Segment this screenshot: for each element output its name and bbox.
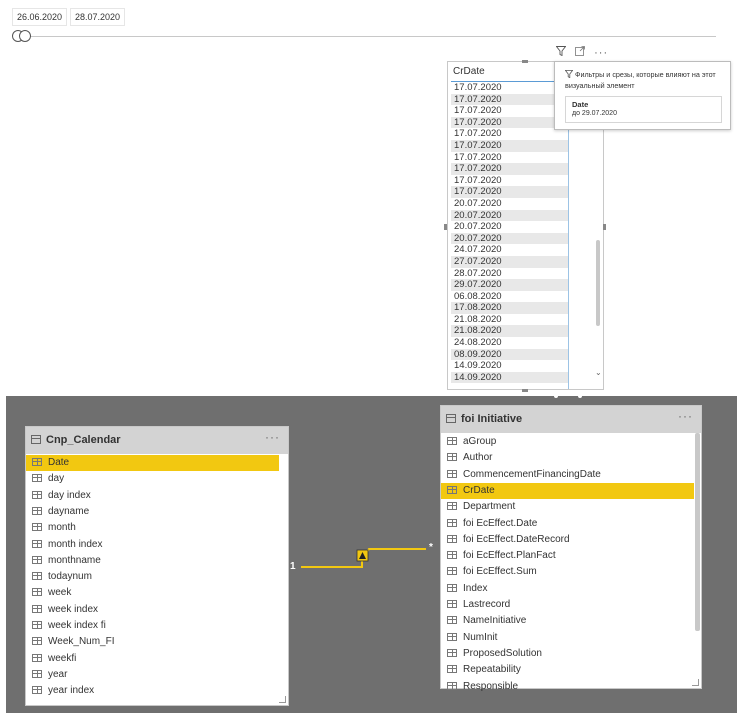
focus-mode-icon[interactable] (575, 46, 588, 59)
table-row[interactable]: 17.07.2020 (451, 163, 568, 175)
tooltip-filter-value: до 29.07.2020 (572, 110, 617, 117)
table-row[interactable]: 20.07.2020 (451, 221, 568, 233)
table-row[interactable]: 17.07.2020 (451, 93, 568, 106)
table-row[interactable]: 06.08.2020 (451, 291, 568, 303)
resize-handle-top[interactable] (522, 60, 528, 63)
filter-icon[interactable] (555, 46, 569, 59)
visual-header: ··· (555, 46, 614, 59)
filter-icon (564, 70, 574, 79)
table-row[interactable]: 24.08.2020 (451, 337, 568, 349)
table-row[interactable]: 17.07.2020 (451, 105, 568, 117)
table-row[interactable]: 17.07.2020 (451, 82, 568, 94)
table-row[interactable]: 17.08.2020 (451, 302, 568, 314)
end-date-field[interactable]: 28.07.2020 (70, 8, 126, 26)
tooltip-filter-card: Date до 29.07.2020 (565, 96, 722, 123)
tooltip-filter-name: Date (572, 100, 589, 109)
resize-handle-right[interactable] (603, 224, 606, 230)
resize-handle-bottom[interactable] (522, 389, 528, 392)
table-row[interactable]: 27.07.2020 (451, 255, 568, 268)
table-row[interactable]: 28.07.2020 (451, 268, 568, 280)
table-row[interactable]: 20.07.2020 (451, 198, 568, 210)
connector-dot (554, 394, 558, 398)
connector-dot (578, 394, 582, 398)
table-body: 17.07.2020 17.07.2020 17.07.2020 17.07.2020… (451, 82, 568, 384)
more-options-icon[interactable]: ··· (594, 47, 608, 59)
column-header-crdate[interactable]: CrDate (451, 62, 569, 82)
tooltip-title-text: Фильтры и срезы, которые влияют на этот … (565, 70, 716, 90)
start-date-field[interactable]: 26.06.2020 (12, 8, 68, 26)
table-row[interactable]: 20.07.2020 (451, 232, 568, 245)
date-slider-track[interactable] (18, 36, 716, 37)
table-row[interactable]: 17.07.2020 (451, 128, 568, 140)
relationship-line[interactable] (6, 396, 737, 713)
table-row[interactable]: 14.09.2020 (451, 360, 568, 372)
table-row[interactable]: 21.08.2020 (451, 325, 568, 338)
relationship-one-label: 1 (290, 561, 296, 572)
table-row[interactable]: 24.07.2020 (451, 244, 568, 256)
table-row[interactable]: 29.07.2020 (451, 279, 568, 291)
tooltip-title: Фильтры и срезы, которые влияют на этот … (564, 69, 727, 91)
model-view-canvas[interactable]: Cnp_Calendar ··· Date day day index dayname… (6, 394, 737, 713)
table-scrollbar[interactable] (596, 240, 600, 326)
table-row[interactable]: 21.08.2020 (451, 314, 568, 326)
table-row[interactable]: 14.09.2020 (451, 371, 568, 384)
table-row[interactable]: 17.07.2020 (451, 175, 568, 187)
relationship-many-label: * (429, 542, 433, 553)
table-row[interactable]: 17.07.2020 (451, 186, 568, 198)
resize-handle-left[interactable] (444, 224, 447, 230)
table-row[interactable]: 17.07.2020 (451, 139, 568, 152)
date-slider-end-handle[interactable] (19, 30, 31, 42)
table-row[interactable]: 17.07.2020 (451, 152, 568, 164)
table-row[interactable]: 08.09.2020 (451, 348, 568, 361)
table-row[interactable]: 20.07.2020 (451, 209, 568, 222)
scroll-down-icon[interactable]: ⌄ (595, 368, 602, 377)
table-row[interactable]: 17.07.2020 (451, 116, 568, 129)
filters-tooltip: Фильтры и срезы, которые влияют на этот … (554, 61, 731, 130)
